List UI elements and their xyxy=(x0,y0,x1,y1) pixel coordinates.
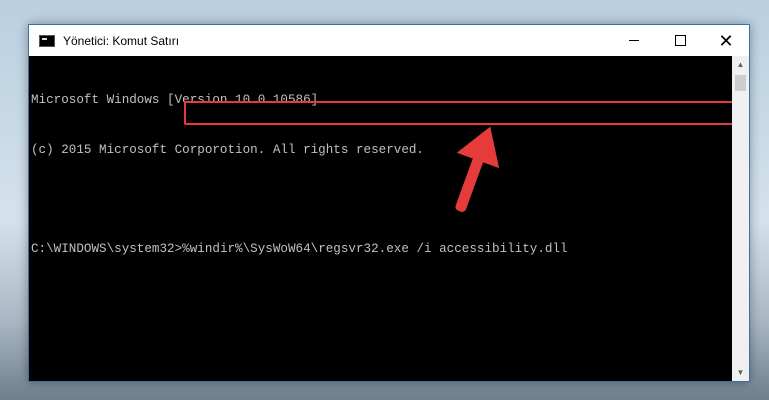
scroll-up-button[interactable]: ▲ xyxy=(732,56,749,73)
cmd-icon xyxy=(39,34,55,47)
command-text[interactable]: %windir%\SysWoW64\regsvr32.exe /i access… xyxy=(182,242,567,256)
command-line[interactable]: C:\WINDOWS\system32>%windir%\SysWoW64\re… xyxy=(31,241,732,258)
minimize-button[interactable] xyxy=(611,25,657,56)
window-title: Yönetici: Komut Satırı xyxy=(63,33,180,48)
title-bar[interactable]: Yönetici: Komut Satırı ✕ xyxy=(29,25,749,56)
close-button[interactable]: ✕ xyxy=(703,25,749,56)
red-arrow-icon xyxy=(455,126,500,212)
scrollbar-thumb[interactable] xyxy=(735,75,746,91)
close-icon: ✕ xyxy=(718,30,734,51)
prompt-text: C:\WINDOWS\system32> xyxy=(31,241,183,256)
maximize-button[interactable] xyxy=(657,25,703,56)
chevron-down-icon: ▼ xyxy=(736,368,745,377)
chevron-up-icon: ▲ xyxy=(736,60,745,69)
maximize-icon xyxy=(674,35,686,46)
minimize-icon xyxy=(629,40,639,41)
scroll-down-button[interactable]: ▼ xyxy=(732,364,749,381)
command-prompt-window[interactable]: Yönetici: Komut Satırı ✕ Microsoft Windo… xyxy=(28,24,750,382)
vertical-scrollbar[interactable]: ▲ ▼ xyxy=(732,56,749,381)
console-line: (c) 2015 Microsoft Corporotion. All righ… xyxy=(31,142,424,157)
window-controls: ✕ xyxy=(611,25,749,56)
